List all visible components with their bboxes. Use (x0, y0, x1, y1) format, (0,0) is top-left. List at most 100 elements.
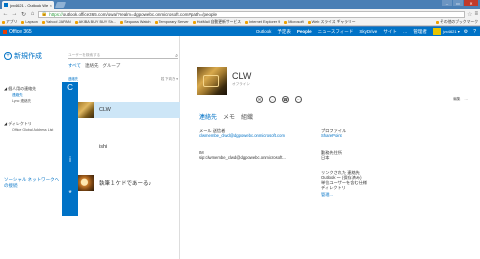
sort-row: 連絡先 姓 下向き ▾ (68, 76, 178, 81)
bookmark-item[interactable]: アプリ (2, 20, 17, 25)
url-text: outlook.office365.com/owa/?realm=dgpoweb… (62, 11, 218, 17)
search-icon[interactable]: ⌕ (175, 53, 178, 59)
search-input[interactable]: ユーザーを検索する ⌕ (68, 53, 178, 59)
window-controls: – ▭ ✕ (442, 0, 478, 6)
office-logo-icon (3, 29, 7, 34)
bookmark-icon (41, 20, 45, 24)
bookmark-item[interactable]: Microsoft (284, 20, 304, 24)
tab-organization[interactable]: 組織 (241, 112, 253, 121)
browser-toolbar: ← → ↻ ⌂ 🔒 https://outlook.office365.com/… (0, 9, 480, 19)
outlook-favicon-icon (4, 3, 8, 7)
minimize-button[interactable]: – (442, 0, 452, 6)
bookmark-item[interactable]: Yahoo! JAPAN (41, 20, 71, 24)
tab-close-icon[interactable]: × (50, 3, 52, 8)
contact-row-ishi[interactable]: ishi (78, 138, 180, 156)
mail-icon[interactable]: ✉ (256, 96, 263, 103)
letter-header[interactable]: C (62, 82, 78, 102)
more-options-button[interactable]: … (464, 97, 468, 102)
browser-titlebar: jvx4621 - Outlook Web A × – ▭ ✕ (0, 0, 480, 9)
presence-status: オフライン (232, 82, 250, 86)
maximize-button[interactable]: ▭ (453, 0, 463, 6)
lock-icon: 🔒 (41, 11, 48, 17)
work-address-field: 勤務先住所 日本 (321, 150, 342, 160)
home-icon[interactable]: ⌂ (29, 11, 36, 18)
reload-icon[interactable]: ↻ (20, 11, 27, 18)
forward-icon[interactable]: → (11, 11, 18, 18)
left-nav: + 新規作成 ◢ 個人用の連絡先 連絡先 Lync 連絡先 ◢ ディレクトリ O… (0, 36, 62, 259)
tab-title: jvx4621 - Outlook Web A (10, 2, 48, 8)
menu-icon[interactable]: ≡ (474, 11, 478, 17)
nav-group-personal[interactable]: ◢ 個人用の連絡先 (4, 86, 36, 92)
social-network-link[interactable]: ソーシャル ネットワークへの接続 (4, 177, 60, 188)
contact-row-clw[interactable]: CLW (78, 102, 180, 118)
bookmark-item[interactable]: Lapson (21, 20, 38, 24)
letter-header (62, 102, 78, 154)
email-link[interactable]: clwmembe_clwd@dgpowebc.onmicrosoft.com (199, 133, 285, 138)
filter-tabs: すべて 連絡先 グループ (68, 63, 120, 69)
other-bookmarks[interactable]: その他のブックマーク (436, 20, 478, 25)
filter-groups[interactable]: グループ (103, 63, 121, 69)
help-icon[interactable]: ? (473, 29, 476, 35)
bookmarks-bar: アプリ Lapson Yahoo! JAPAN AKIBA BUY BUY Sh… (0, 19, 480, 26)
bookmark-star-icon[interactable]: ☆ (467, 11, 472, 18)
new-contact-button[interactable]: + 新規作成 (4, 51, 42, 61)
chat-icon[interactable]: ◌ (269, 96, 276, 103)
contact-photo (78, 175, 94, 191)
nav-skydrive[interactable]: SkyDrive (359, 29, 377, 34)
letter-index: C i * (62, 82, 78, 236)
folder-icon (436, 20, 440, 24)
bookmark-item[interactable]: Internet Explorer 9 (245, 20, 280, 24)
nav-sites[interactable]: サイト (383, 29, 397, 35)
filter-contacts[interactable]: 連絡先 (85, 63, 99, 69)
nav-item-lync-contacts[interactable]: Lync 連絡先 (12, 99, 31, 104)
nav-item-gal[interactable]: Office Global Address List (12, 128, 53, 132)
nav-newsfeed[interactable]: ニュースフィード (318, 29, 354, 35)
bookmark-item[interactable]: HotMail 自動更新サービス (192, 20, 241, 25)
manage-link[interactable]: 管理... (321, 192, 367, 197)
contact-actions: ✉ ◌ ☎ ⋯ (256, 96, 302, 103)
back-icon[interactable]: ← (2, 11, 9, 18)
contact-name: CLW (99, 107, 111, 113)
nav-more[interactable]: … (403, 29, 408, 34)
nav-outlook[interactable]: Outlook (256, 29, 272, 34)
bookmark-icon (284, 20, 288, 24)
bookmark-item[interactable]: AKIBA BUY BUY Sh... (74, 20, 116, 24)
user-menu[interactable]: jvx4621 ▾ (432, 28, 460, 35)
nav-admin[interactable]: 管理者 (413, 29, 427, 35)
bookmark-item[interactable]: Temporary Server (154, 20, 189, 24)
edit-button[interactable]: 編集 (453, 97, 460, 102)
bookmark-item[interactable]: Sequoss Watch (120, 20, 151, 24)
bookmark-item[interactable]: Web スライス ギャラリー (307, 20, 356, 25)
bookmark-icon (245, 20, 249, 24)
edit-links: 編集 … (453, 97, 468, 102)
sort-dropdown[interactable]: 姓 下向き ▾ (161, 76, 178, 81)
gear-icon[interactable]: ⚙ (464, 29, 468, 35)
more-icon[interactable]: ⋯ (295, 96, 302, 103)
new-tab-button[interactable] (54, 2, 67, 8)
address-bar[interactable]: 🔒 https://outlook.office365.com/owa/?rea… (38, 10, 466, 18)
bookmark-icon (74, 20, 78, 24)
filter-all[interactable]: すべて (68, 63, 81, 69)
letter-header[interactable]: * (62, 188, 78, 216)
linked-contacts-field: リンクされた 連絡先 Outlook ～ (保存済み) 単位ユーザーを含む仕様 … (321, 170, 367, 197)
apps-icon (2, 20, 5, 24)
tab-contact[interactable]: 連絡先 (199, 112, 217, 121)
close-window-button[interactable]: ✕ (464, 0, 478, 6)
letter-header[interactable]: i (62, 154, 78, 188)
contact-large-photo (197, 67, 227, 95)
o365-logo[interactable]: Office 365 (0, 29, 32, 35)
nav-people[interactable]: People (297, 29, 312, 34)
main-area: + 新規作成 ◢ 個人用の連絡先 連絡先 Lync 連絡先 ◢ ディレクトリ O… (0, 36, 480, 259)
nav-group-directory[interactable]: ◢ ディレクトリ (4, 121, 32, 127)
tab-notes[interactable]: メモ (223, 112, 235, 121)
browser-tab[interactable]: jvx4621 - Outlook Web A × (2, 1, 54, 9)
email-field: メール 送信者 clwmembe_clwd@dgpowebc.onmicroso… (199, 128, 285, 138)
avatar (432, 28, 441, 35)
contact-row-shippitsu[interactable]: 執筆１ケドであーる♪ (78, 173, 180, 193)
contact-detail-pane: CLW オフライン ✉ ◌ ☎ ⋯ 編集 … 連絡先 メモ 組織 メール 送信者… (180, 36, 480, 259)
nav-item-contacts[interactable]: 連絡先 (12, 93, 23, 98)
profile-link[interactable]: SharePoint (321, 133, 346, 138)
nav-calendar[interactable]: 予定表 (277, 29, 291, 35)
phone-icon[interactable]: ☎ (282, 96, 289, 103)
bookmark-icon (154, 20, 158, 24)
